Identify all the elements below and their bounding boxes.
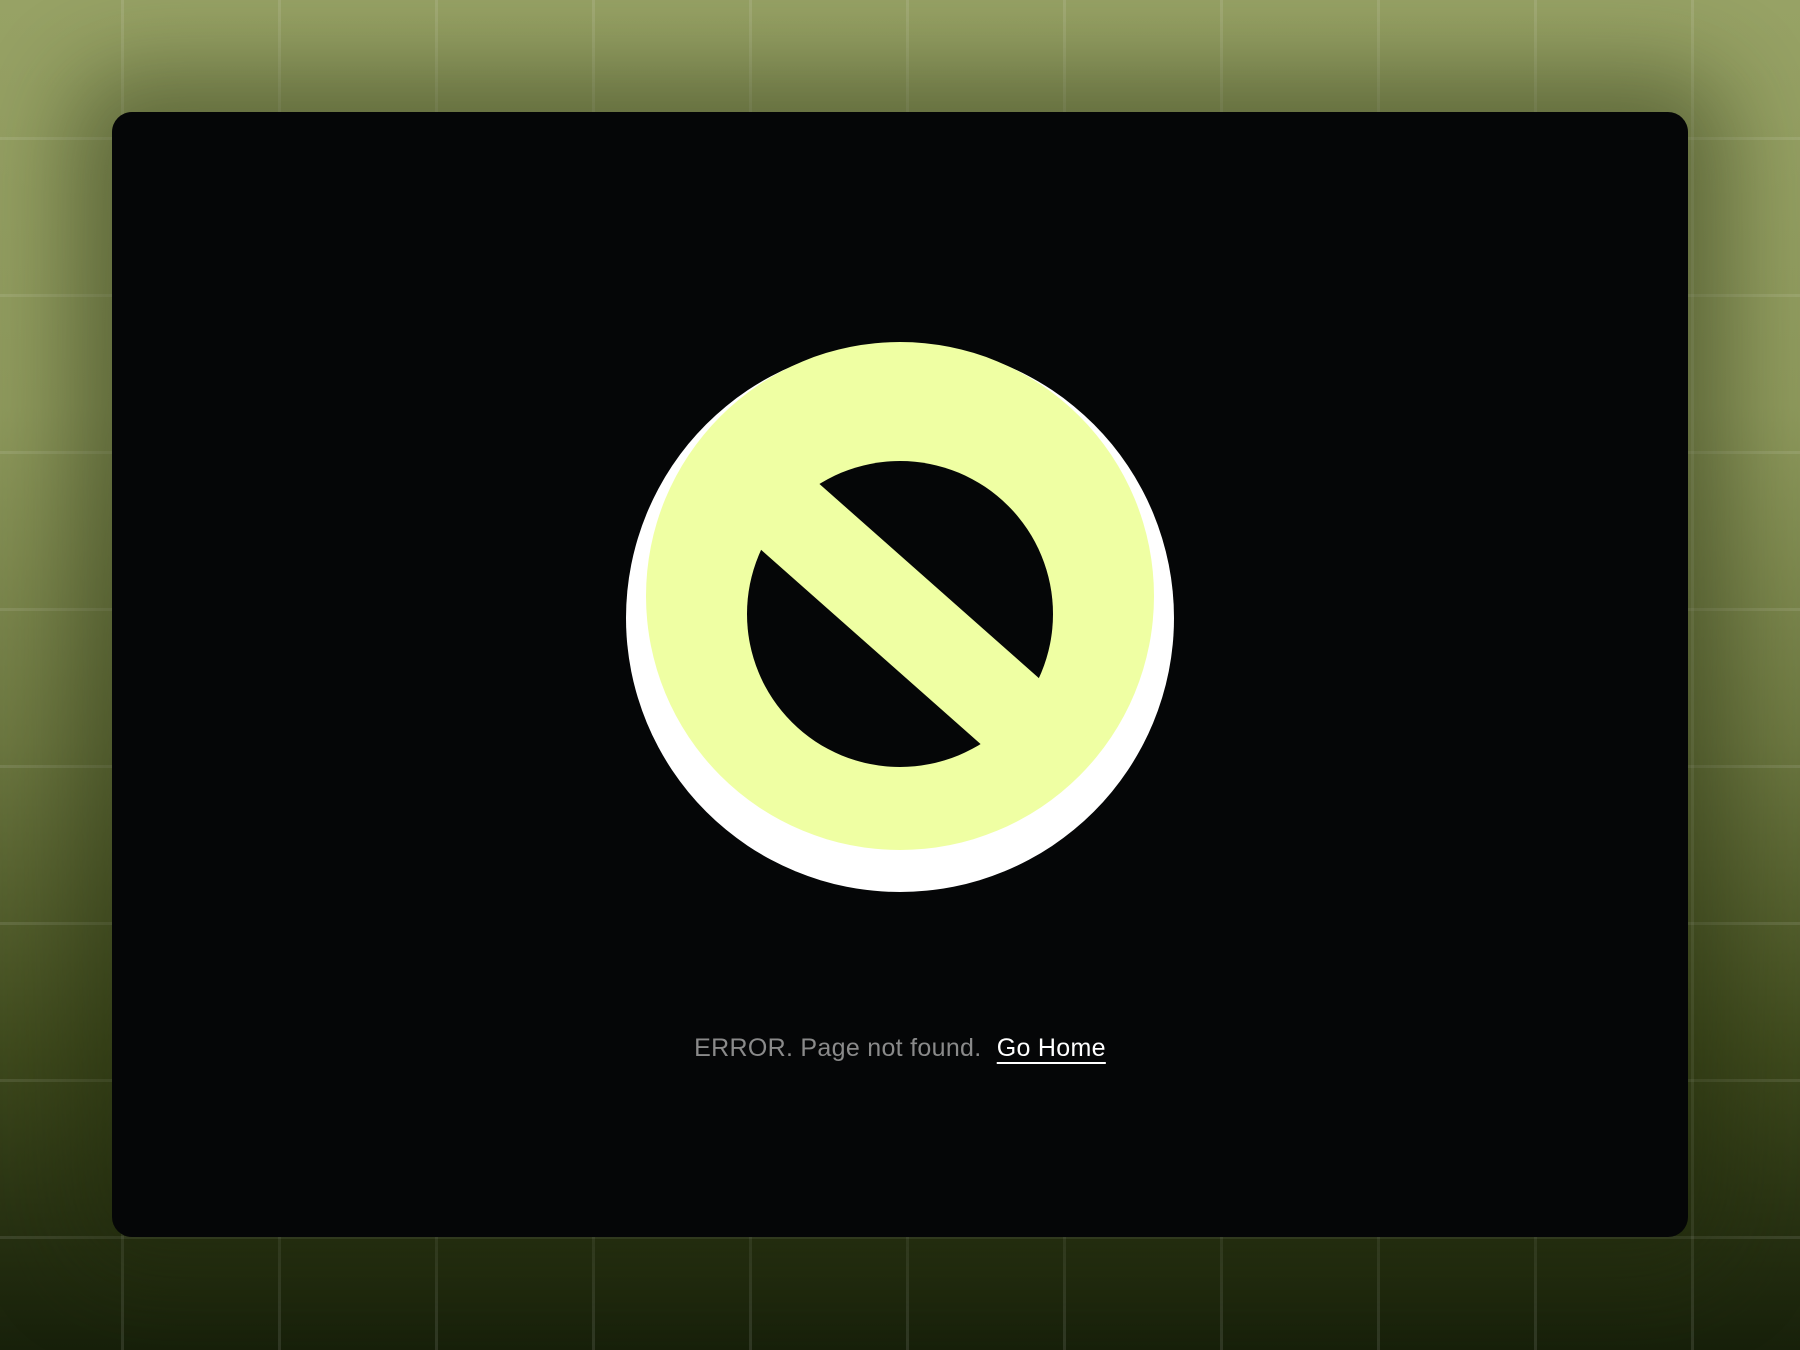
error-message: ERROR. Page not found. Go Home	[0, 1034, 1800, 1063]
prohibited-icon	[626, 342, 1174, 892]
prohibited-icon-body	[646, 342, 1154, 850]
error-text: ERROR. Page not found.	[694, 1034, 982, 1062]
go-home-link[interactable]: Go Home	[997, 1034, 1106, 1062]
